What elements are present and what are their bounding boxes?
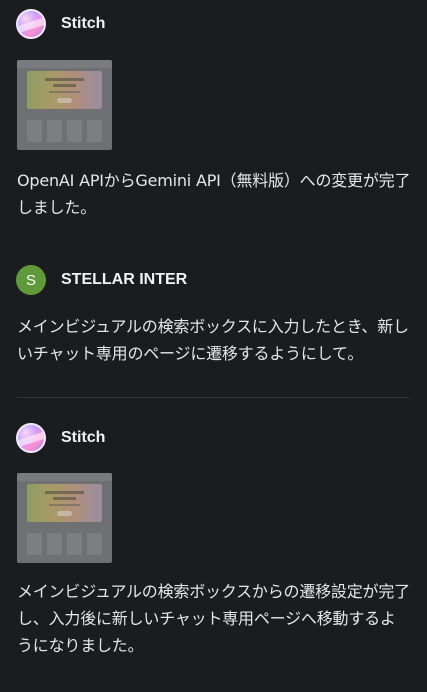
chat-message-user: S STELLAR INTER [0, 264, 427, 296]
sender-name: STELLAR INTER [61, 271, 188, 288]
sender-name: Stitch [61, 429, 106, 446]
message-text: メインビジュアルの検索ボックスからの遷移設定が完了し、入力後に新しいチャット専用… [17, 582, 410, 655]
stitch-logo-icon [16, 9, 46, 39]
message-header: Stitch [0, 422, 427, 454]
chat-message-stitch-2: Stitch [0, 422, 427, 454]
message-text: OpenAI APIからGemini API（無料版）への変更が完了しました。 [17, 171, 411, 217]
stitch-logo-icon [16, 423, 46, 453]
message-header: S STELLAR INTER [0, 264, 427, 296]
user-avatar: S [16, 265, 46, 295]
chat-message-stitch-1: Stitch [0, 8, 427, 40]
message-header: Stitch [0, 8, 427, 40]
message-divider [17, 397, 409, 398]
sender-name: Stitch [61, 15, 106, 32]
message-text: メインビジュアルの検索ボックスに入力したとき、新しいチャット専用のページに遷移す… [17, 317, 409, 363]
design-preview-thumbnail[interactable] [17, 473, 112, 563]
design-preview-thumbnail[interactable] [17, 60, 112, 150]
